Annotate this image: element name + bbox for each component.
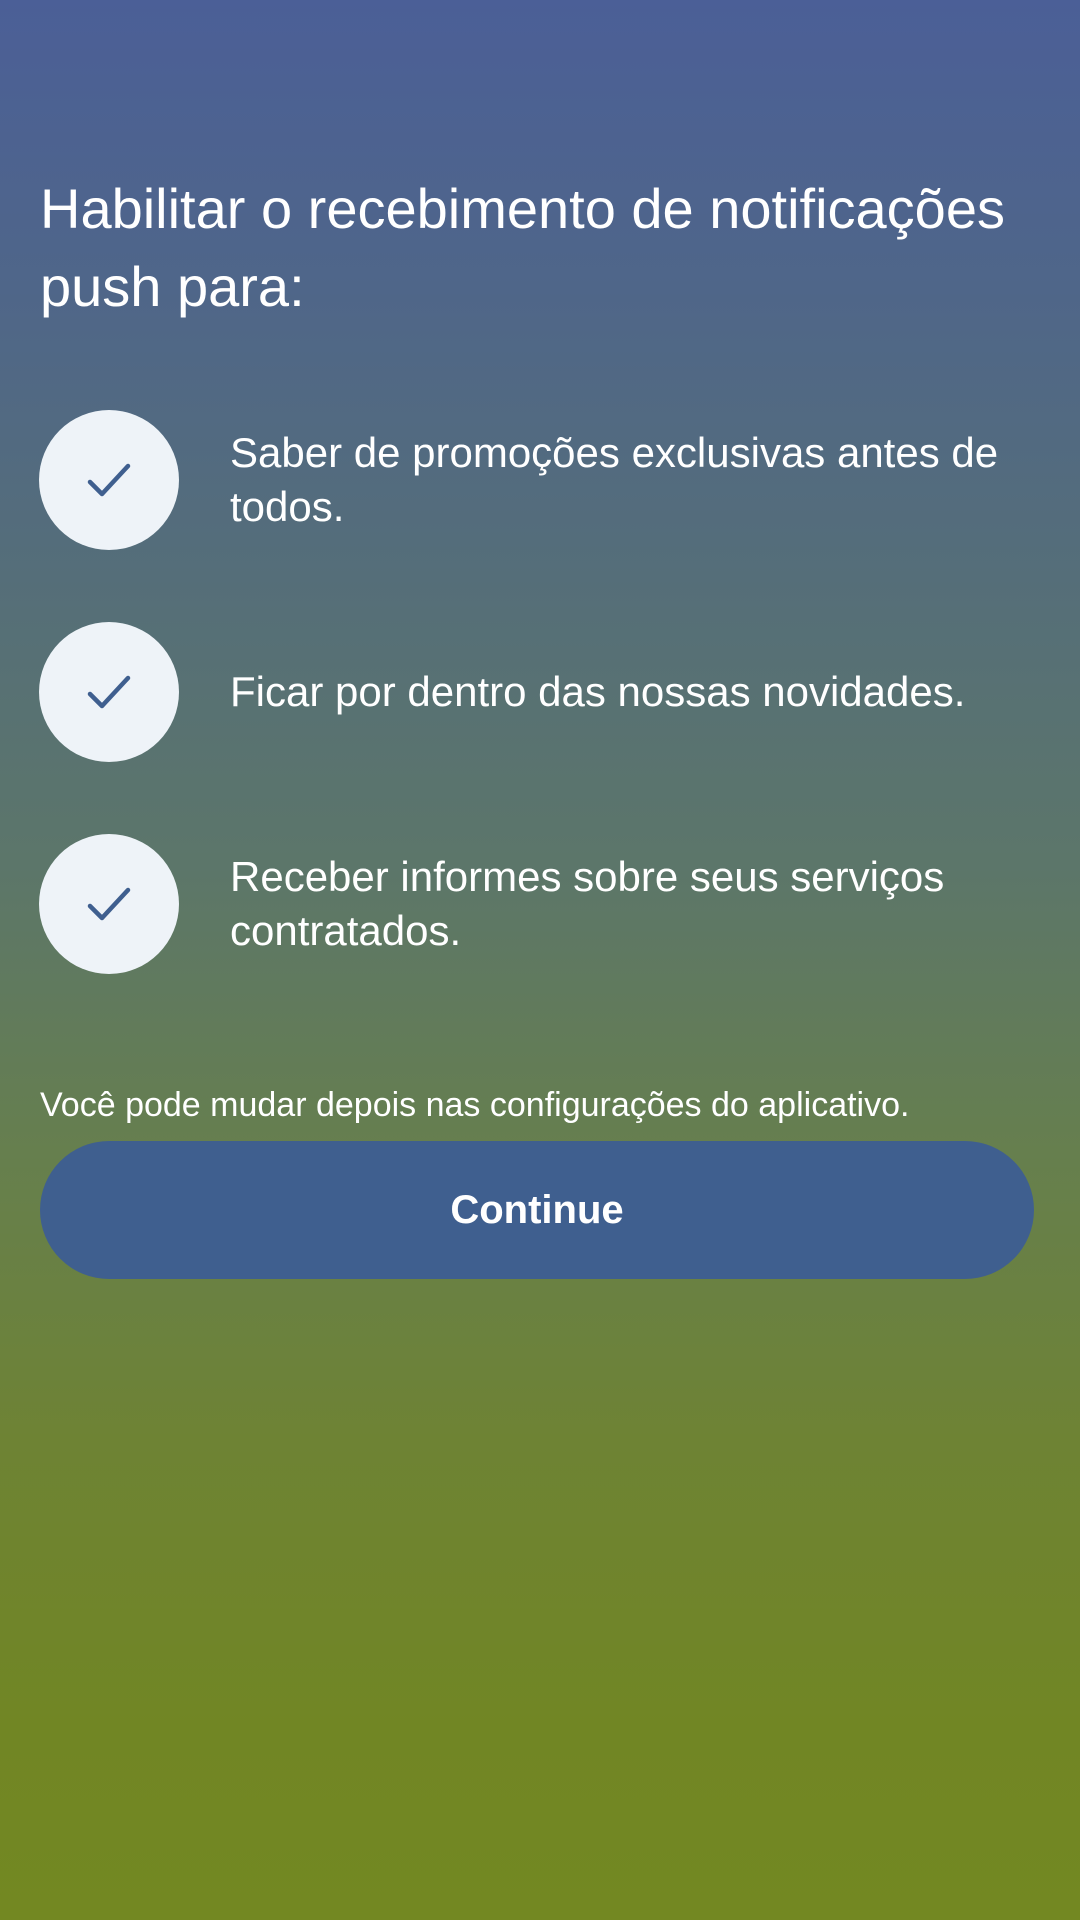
checkmark-icon	[39, 622, 179, 762]
benefit-text: Ficar por dentro das nossas novidades.	[230, 668, 966, 715]
continue-button[interactable]: Continue	[40, 1141, 1034, 1279]
push-permission-screen: Habilitar o recebimento de notificações …	[0, 0, 1080, 1920]
checkmark-icon	[39, 410, 179, 550]
checkmark-icon	[39, 834, 179, 974]
benefit-text: Saber de promoções exclusivas antes de t…	[230, 429, 999, 530]
settings-hint: Você pode mudar depois nas configurações…	[40, 1086, 910, 1124]
benefit-list: Saber de promoções exclusivas antes de t…	[0, 0, 1080, 1000]
benefit-text: Receber informes sobre seus serviços con…	[230, 853, 945, 954]
